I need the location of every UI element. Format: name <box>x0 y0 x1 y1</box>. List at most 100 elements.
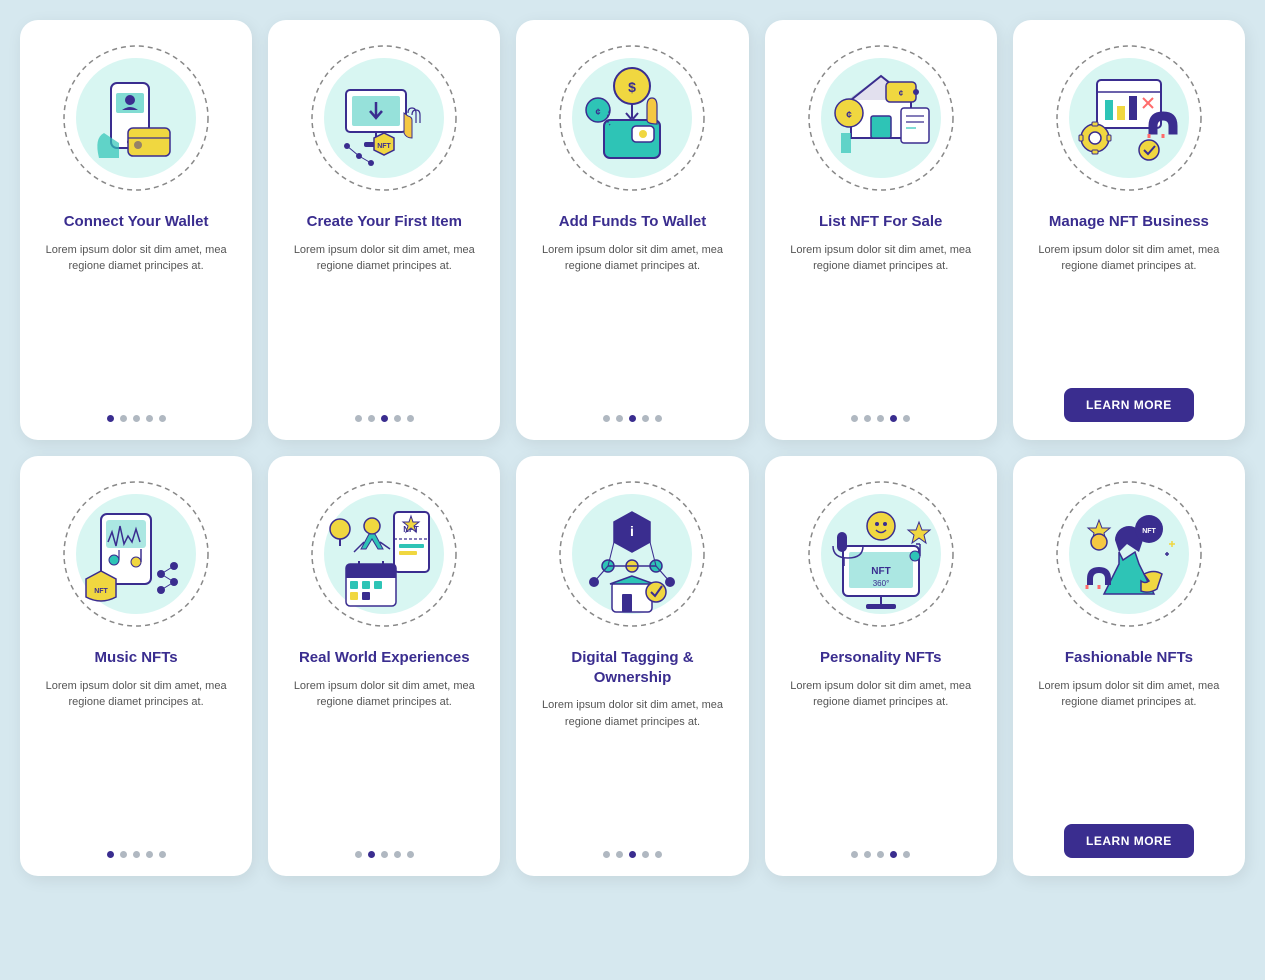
dot-1 <box>107 851 114 858</box>
dot-3 <box>877 415 884 422</box>
card-body: Lorem ipsum dolor sit dim amet, mea regi… <box>781 678 981 838</box>
dot-2 <box>616 851 623 858</box>
dot-1 <box>603 415 610 422</box>
card-title: List NFT For Sale <box>819 212 942 232</box>
learn-more-button-1[interactable]: LEARN MORE <box>1064 388 1194 422</box>
illustration-add-funds: $ ¢ <box>552 38 712 198</box>
dot-2 <box>864 415 871 422</box>
card-body: Lorem ipsum dolor sit dim amet, mea regi… <box>284 678 484 838</box>
dot-2 <box>368 415 375 422</box>
illustration-personality-nfts: NFT 360° <box>801 474 961 634</box>
card-grid: Connect Your Wallet Lorem ipsum dolor si… <box>20 20 1245 876</box>
dot-5 <box>407 415 414 422</box>
card-dots <box>851 415 910 422</box>
card-dots <box>355 415 414 422</box>
svg-text:NFT: NFT <box>1142 528 1156 535</box>
card-title: Fashionable NFTs <box>1065 648 1193 668</box>
card-body: Lorem ipsum dolor sit dim amet, mea regi… <box>284 242 484 402</box>
card-dots <box>603 415 662 422</box>
card-body: Lorem ipsum dolor sit dim amet, mea regi… <box>36 678 236 838</box>
card-music-nfts: NFT Music NFTs Lorem ipsum dolor sit dim… <box>20 456 252 876</box>
card-dots <box>107 851 166 858</box>
card-connect-wallet: Connect Your Wallet Lorem ipsum dolor si… <box>20 20 252 440</box>
card-body: Lorem ipsum dolor sit dim amet, mea regi… <box>1029 678 1229 811</box>
dot-5 <box>159 851 166 858</box>
svg-text:NFT: NFT <box>871 566 890 577</box>
dot-4 <box>890 851 897 858</box>
card-body: Lorem ipsum dolor sit dim amet, mea regi… <box>532 697 732 837</box>
dot-2 <box>120 415 127 422</box>
card-create-first-item: NFT Create Your First Item Lorem ipsum d… <box>268 20 500 440</box>
card-manage-nft: Manage NFT Business Lorem ipsum dolor si… <box>1013 20 1245 440</box>
dot-4 <box>890 415 897 422</box>
card-digital-tagging: i Digital Tag <box>516 456 748 876</box>
dot-3 <box>133 851 140 858</box>
illustration-digital-tagging: i <box>552 474 712 634</box>
card-real-world: NFT <box>268 456 500 876</box>
dot-3 <box>381 415 388 422</box>
dot-2 <box>864 851 871 858</box>
card-body: Lorem ipsum dolor sit dim amet, mea regi… <box>36 242 236 402</box>
dot-3 <box>877 851 884 858</box>
dot-1 <box>355 851 362 858</box>
dot-4 <box>146 415 153 422</box>
dot-5 <box>903 415 910 422</box>
card-body: Lorem ipsum dolor sit dim amet, mea regi… <box>532 242 732 402</box>
card-dots <box>851 851 910 858</box>
dot-3 <box>133 415 140 422</box>
card-dots <box>107 415 166 422</box>
dot-1 <box>851 415 858 422</box>
illustration-list-nft: ¢ ¢ <box>801 38 961 198</box>
dot-5 <box>655 851 662 858</box>
card-title: Manage NFT Business <box>1049 212 1209 232</box>
card-title: Create Your First Item <box>307 212 462 232</box>
illustration-real-world: NFT <box>304 474 464 634</box>
card-list-nft: ¢ ¢ List NFT For Sale Lorem ipsum dolor … <box>765 20 997 440</box>
dot-4 <box>394 851 401 858</box>
card-body: Lorem ipsum dolor sit dim amet, mea regi… <box>781 242 981 402</box>
dot-5 <box>655 415 662 422</box>
svg-text:¢: ¢ <box>846 110 852 121</box>
dot-3 <box>629 851 636 858</box>
card-title: Connect Your Wallet <box>64 212 209 232</box>
svg-text:i: i <box>631 523 635 539</box>
card-title: Digital Tagging & Ownership <box>532 648 732 687</box>
dot-2 <box>616 415 623 422</box>
dot-2 <box>120 851 127 858</box>
svg-text:¢: ¢ <box>898 89 903 98</box>
card-dots <box>603 851 662 858</box>
svg-text:¢: ¢ <box>596 107 601 117</box>
dot-1 <box>603 851 610 858</box>
svg-text:NFT: NFT <box>94 588 108 595</box>
dot-3 <box>629 415 636 422</box>
card-personality-nfts: NFT 360° Personality NF <box>765 456 997 876</box>
illustration-create-item: NFT <box>304 38 464 198</box>
dot-2 <box>368 851 375 858</box>
card-dots <box>355 851 414 858</box>
dot-5 <box>903 851 910 858</box>
svg-text:360°: 360° <box>872 579 889 588</box>
illustration-connect-wallet <box>56 38 216 198</box>
card-body: Lorem ipsum dolor sit dim amet, mea regi… <box>1029 242 1229 375</box>
dot-4 <box>642 415 649 422</box>
svg-text:NFT: NFT <box>377 143 391 150</box>
card-title: Music NFTs <box>95 648 178 668</box>
dot-1 <box>355 415 362 422</box>
card-fashionable-nfts: NFT Fashionable NFTs Lorem ipsum dolor s… <box>1013 456 1245 876</box>
dot-1 <box>107 415 114 422</box>
illustration-music-nfts: NFT <box>56 474 216 634</box>
dot-4 <box>394 415 401 422</box>
learn-more-button-2[interactable]: LEARN MORE <box>1064 824 1194 858</box>
dot-5 <box>159 415 166 422</box>
card-title: Add Funds To Wallet <box>559 212 706 232</box>
card-add-funds: $ ¢ Add Funds To Wallet Lorem ipsum dolo… <box>516 20 748 440</box>
illustration-fashionable-nfts: NFT <box>1049 474 1209 634</box>
dot-5 <box>407 851 414 858</box>
dot-4 <box>642 851 649 858</box>
card-title: Real World Experiences <box>299 648 470 668</box>
dot-3 <box>381 851 388 858</box>
dot-1 <box>851 851 858 858</box>
card-title: Personality NFTs <box>820 648 941 668</box>
svg-text:$: $ <box>629 79 637 95</box>
illustration-manage-nft <box>1049 38 1209 198</box>
